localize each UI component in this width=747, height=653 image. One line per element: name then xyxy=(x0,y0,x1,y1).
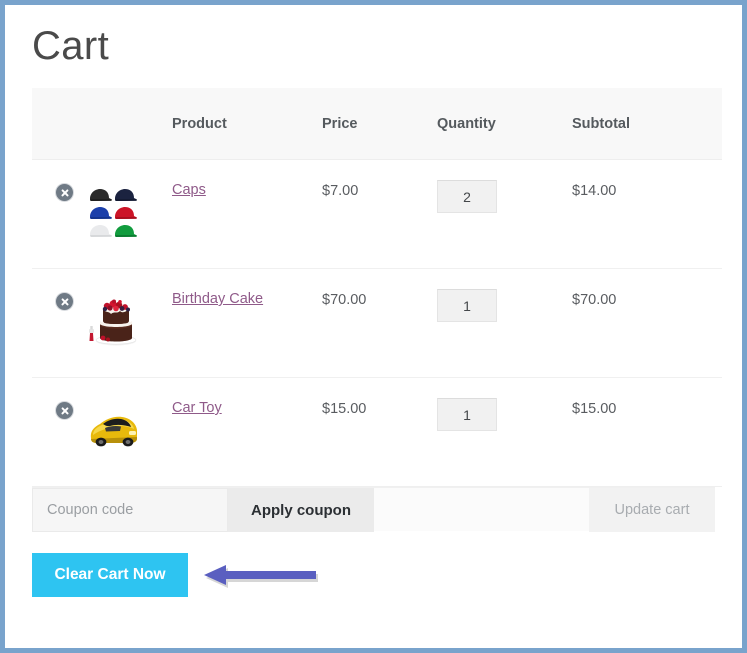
browser-frame: Cart Product Price Quantity Subtotal Cap… xyxy=(0,0,747,653)
table-row: Car Toy $15.00 $15.00 xyxy=(32,377,722,487)
annotation-arrow-icon xyxy=(202,560,327,592)
page-title: Cart xyxy=(32,24,110,68)
cart-table-body: Caps $7.00 $14.00 xyxy=(32,159,722,487)
cart-header-row: Product Price Quantity Subtotal xyxy=(32,88,722,160)
caps-thumbnail[interactable] xyxy=(84,180,144,240)
cell-price: $7.00 xyxy=(322,159,437,269)
product-link[interactable]: Car Toy xyxy=(172,400,222,416)
cell-price: $70.00 xyxy=(322,268,437,378)
cell-price: $15.00 xyxy=(322,377,437,487)
cell-remove xyxy=(32,268,84,378)
cart-table-head: Product Price Quantity Subtotal xyxy=(32,88,722,160)
coupon-code-input[interactable] xyxy=(32,488,228,532)
product-price: $7.00 xyxy=(322,183,359,199)
cell-quantity xyxy=(437,268,572,378)
cell-remove xyxy=(32,377,84,487)
car-toy-thumbnail[interactable] xyxy=(84,398,144,458)
cell-quantity xyxy=(437,377,572,487)
header-remove xyxy=(32,88,84,160)
apply-coupon-button[interactable]: Apply coupon xyxy=(228,488,374,532)
update-cart-button[interactable]: Update cart xyxy=(589,488,715,532)
product-subtotal: $70.00 xyxy=(572,292,617,308)
header-subtotal: Subtotal xyxy=(572,88,722,160)
product-price: $70.00 xyxy=(322,292,367,308)
cell-thumbnail xyxy=(84,159,172,269)
cell-product: Birthday Cake xyxy=(172,268,322,378)
product-subtotal: $15.00 xyxy=(572,401,617,417)
product-price: $15.00 xyxy=(322,401,367,417)
product-link[interactable]: Caps xyxy=(172,182,206,198)
cell-thumbnail xyxy=(84,268,172,378)
product-link[interactable]: Birthday Cake xyxy=(172,291,263,307)
table-row: Caps $7.00 $14.00 xyxy=(32,159,722,269)
product-subtotal: $14.00 xyxy=(572,183,617,199)
cell-remove xyxy=(32,159,84,269)
clear-cart-area: Clear Cart Now xyxy=(32,553,715,633)
cell-subtotal: $14.00 xyxy=(572,159,722,269)
header-price: Price xyxy=(322,88,437,160)
header-thumbnail xyxy=(84,88,172,160)
cell-thumbnail xyxy=(84,377,172,487)
quantity-input[interactable] xyxy=(437,289,497,322)
table-row: Birthday Cake $70.00 $70.00 xyxy=(32,268,722,378)
cell-subtotal: $70.00 xyxy=(572,268,722,378)
actions-spacer xyxy=(374,488,589,531)
quantity-input[interactable] xyxy=(437,180,497,213)
quantity-input[interactable] xyxy=(437,398,497,431)
cell-product: Caps xyxy=(172,159,322,269)
remove-item-icon[interactable] xyxy=(56,184,73,201)
birthday-cake-thumbnail[interactable] xyxy=(84,289,144,349)
page-content: Cart Product Price Quantity Subtotal Cap… xyxy=(10,10,737,643)
cell-product: Car Toy xyxy=(172,377,322,487)
remove-item-icon[interactable] xyxy=(56,293,73,310)
clear-cart-now-button[interactable]: Clear Cart Now xyxy=(32,553,188,597)
cart-page-screenshot: Cart Product Price Quantity Subtotal Cap… xyxy=(0,0,747,653)
cart-actions-row: Apply coupon Update cart xyxy=(32,487,715,532)
cart-table: Product Price Quantity Subtotal Caps $7.… xyxy=(32,88,722,487)
cell-subtotal: $15.00 xyxy=(572,377,722,487)
cart-table-container: Product Price Quantity Subtotal Caps $7.… xyxy=(32,88,722,487)
header-quantity: Quantity xyxy=(437,88,572,160)
remove-item-icon[interactable] xyxy=(56,402,73,419)
cell-quantity xyxy=(437,159,572,269)
header-product: Product xyxy=(172,88,322,160)
